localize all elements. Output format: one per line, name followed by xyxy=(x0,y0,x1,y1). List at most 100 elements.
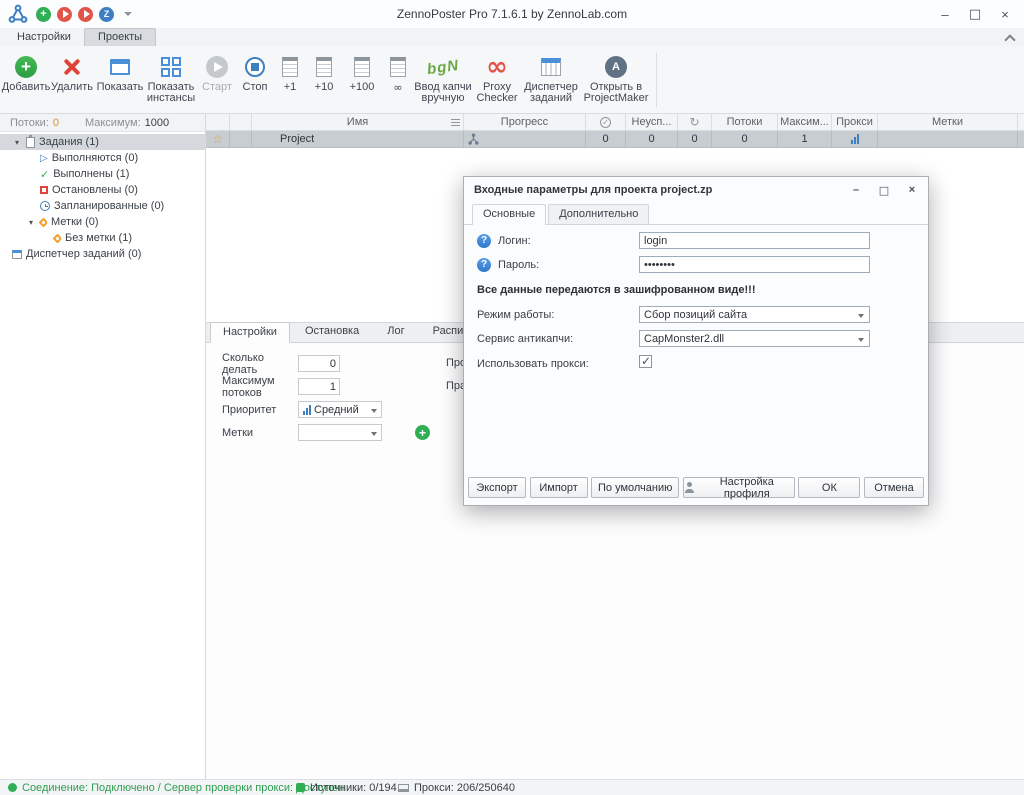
help-icon[interactable] xyxy=(477,258,491,272)
show-instances-button[interactable]: Показать инстансы xyxy=(144,52,198,104)
column-header-labels[interactable]: Метки xyxy=(878,114,1018,130)
tries-plus100-button[interactable]: +100 xyxy=(342,52,382,93)
start-button[interactable]: Старт xyxy=(198,52,236,93)
quick-add-task-icon[interactable] xyxy=(36,7,51,22)
project-row[interactable]: Project 0 0 0 0 1 xyxy=(206,131,1024,148)
anticaptcha-select[interactable]: CapMonster2.dll xyxy=(639,330,870,347)
task-scheduler-button[interactable]: Диспетчер заданий xyxy=(522,52,580,104)
use-proxy-row: Использовать прокси: xyxy=(477,355,589,372)
tree-item-completed[interactable]: Выполнены (1) xyxy=(0,166,205,182)
quick-start-icon[interactable] xyxy=(57,7,72,22)
proxy-checker-button[interactable]: Proxy Checker xyxy=(472,52,522,104)
notepad-icon xyxy=(316,57,332,77)
dialog-buttons: Экспорт Импорт По умолчанию Настройка пр… xyxy=(468,477,924,498)
tab-task-settings[interactable]: Настройки xyxy=(210,322,290,343)
tree-item-tasks[interactable]: Задания (1) xyxy=(0,134,205,150)
expand-icon[interactable] xyxy=(12,138,22,147)
show-button[interactable]: Показать xyxy=(96,52,144,93)
tries-infinite-button[interactable]: ∞ xyxy=(382,52,414,93)
close-button[interactable]: × xyxy=(990,3,1020,25)
delete-icon xyxy=(61,56,83,78)
threads-summary: Потоки: 0 Максимум: 1000 xyxy=(0,114,205,132)
tree-item-labels[interactable]: Метки (0) xyxy=(0,214,205,230)
project-name: Project xyxy=(280,133,314,145)
sidebar: Потоки: 0 Максимум: 1000 Задания (1) Вып… xyxy=(0,114,206,779)
tab-task-stop[interactable]: Остановка xyxy=(292,321,372,342)
maximize-button[interactable]: □ xyxy=(960,3,990,25)
notepad-icon xyxy=(282,57,298,77)
dialog-window-controls: – □ × xyxy=(842,180,926,200)
quick-access-toolbar xyxy=(36,7,132,22)
dialog-tab-advanced[interactable]: Дополнительно xyxy=(548,204,649,224)
tab-projects[interactable]: Проекты xyxy=(84,28,156,46)
priority-select[interactable]: Средний xyxy=(298,401,382,418)
defaults-button[interactable]: По умолчанию xyxy=(591,477,679,498)
refresh-icon xyxy=(689,115,699,129)
sources-icon xyxy=(296,783,305,792)
column-header-progress[interactable]: Прогресс xyxy=(464,114,586,130)
column-header-max[interactable]: Максим... xyxy=(778,114,832,130)
add-task-button[interactable]: Добавить xyxy=(4,52,48,93)
toolbar-separator xyxy=(656,53,657,107)
column-header-name[interactable]: Имя xyxy=(252,114,464,130)
dialog-close-button[interactable]: × xyxy=(898,180,926,200)
instances-grid-icon xyxy=(161,57,181,77)
column-header-proxy[interactable]: Прокси xyxy=(832,114,878,130)
max-threads-input[interactable] xyxy=(298,378,340,395)
import-button[interactable]: Импорт xyxy=(530,477,588,498)
export-button[interactable]: Экспорт xyxy=(468,477,526,498)
dialog-maximize-button[interactable]: □ xyxy=(870,180,898,200)
connection-status-icon xyxy=(8,783,17,792)
work-mode-label: Режим работы: xyxy=(477,309,554,321)
expand-icon[interactable] xyxy=(26,218,36,227)
tries-plus1-button[interactable]: +1 xyxy=(274,52,306,93)
tree-item-stopped[interactable]: Остановлены (0) xyxy=(0,182,205,198)
column-header-restarts[interactable] xyxy=(678,114,712,130)
dialog-title: Входные параметры для проекта project.zp xyxy=(474,184,712,196)
help-icon[interactable] xyxy=(477,234,491,248)
tree-item-no-label[interactable]: Без метки (1) xyxy=(0,230,205,246)
how-many-label: Сколько делать xyxy=(222,352,298,376)
dialog-minimize-button[interactable]: – xyxy=(842,180,870,200)
ok-button[interactable]: ОК xyxy=(798,477,860,498)
add-label-button[interactable] xyxy=(415,425,430,440)
play-icon xyxy=(40,152,48,164)
titlebar: ZennoPoster Pro 7.1.6.1 by ZennoLab.com … xyxy=(0,0,1024,28)
favorite-star-icon[interactable] xyxy=(212,132,223,146)
cancel-button[interactable]: Отмена xyxy=(864,477,924,498)
profile-settings-button[interactable]: Настройка профиля xyxy=(683,477,795,498)
tries-plus10-button[interactable]: +10 xyxy=(306,52,342,93)
column-header-filler xyxy=(1018,114,1024,130)
quick-zenno-icon[interactable] xyxy=(99,7,114,22)
delete-task-button[interactable]: Удалить xyxy=(48,52,96,93)
column-header-failed[interactable]: Неусп... xyxy=(626,114,678,130)
anticaptcha-label: Сервис антикапчи: xyxy=(477,333,573,345)
tree-item-scheduled[interactable]: Запланированные (0) xyxy=(0,198,205,214)
quick-access-dropdown-icon[interactable] xyxy=(124,12,132,16)
max-threads-label: Максимум: xyxy=(85,117,141,129)
open-in-projectmaker-button[interactable]: Открыть в ProjectMaker xyxy=(580,52,652,104)
manual-captcha-button[interactable]: bgN Ввод капчи вручную xyxy=(414,52,472,104)
tree-item-task-scheduler[interactable]: Диспетчер заданий (0) xyxy=(0,246,205,262)
column-header-icon[interactable] xyxy=(230,114,252,130)
clipboard-icon xyxy=(26,137,35,148)
grid-header: Имя Прогресс Неусп... Потоки Максим... xyxy=(206,114,1024,131)
max-threads-row: Максимум потоков xyxy=(222,378,340,395)
column-header-success[interactable] xyxy=(586,114,626,130)
tree-item-running[interactable]: Выполняются (0) xyxy=(0,150,205,166)
quick-run-icon[interactable] xyxy=(78,7,93,22)
dialog-tab-main[interactable]: Основные xyxy=(472,204,546,225)
column-header-star[interactable] xyxy=(206,114,230,130)
stop-button[interactable]: Стоп xyxy=(236,52,274,93)
threads-label: Потоки: xyxy=(10,117,49,129)
minimize-button[interactable]: – xyxy=(930,3,960,25)
labels-select[interactable] xyxy=(298,424,382,441)
tab-settings[interactable]: Настройки xyxy=(4,29,84,46)
tab-task-log[interactable]: Лог xyxy=(374,321,417,342)
how-many-input[interactable] xyxy=(298,355,340,372)
column-header-threads[interactable]: Потоки xyxy=(712,114,778,130)
password-input[interactable] xyxy=(639,256,870,273)
use-proxy-checkbox[interactable] xyxy=(639,355,652,368)
login-input[interactable] xyxy=(639,232,870,249)
work-mode-select[interactable]: Сбор позиций сайта xyxy=(639,306,870,323)
